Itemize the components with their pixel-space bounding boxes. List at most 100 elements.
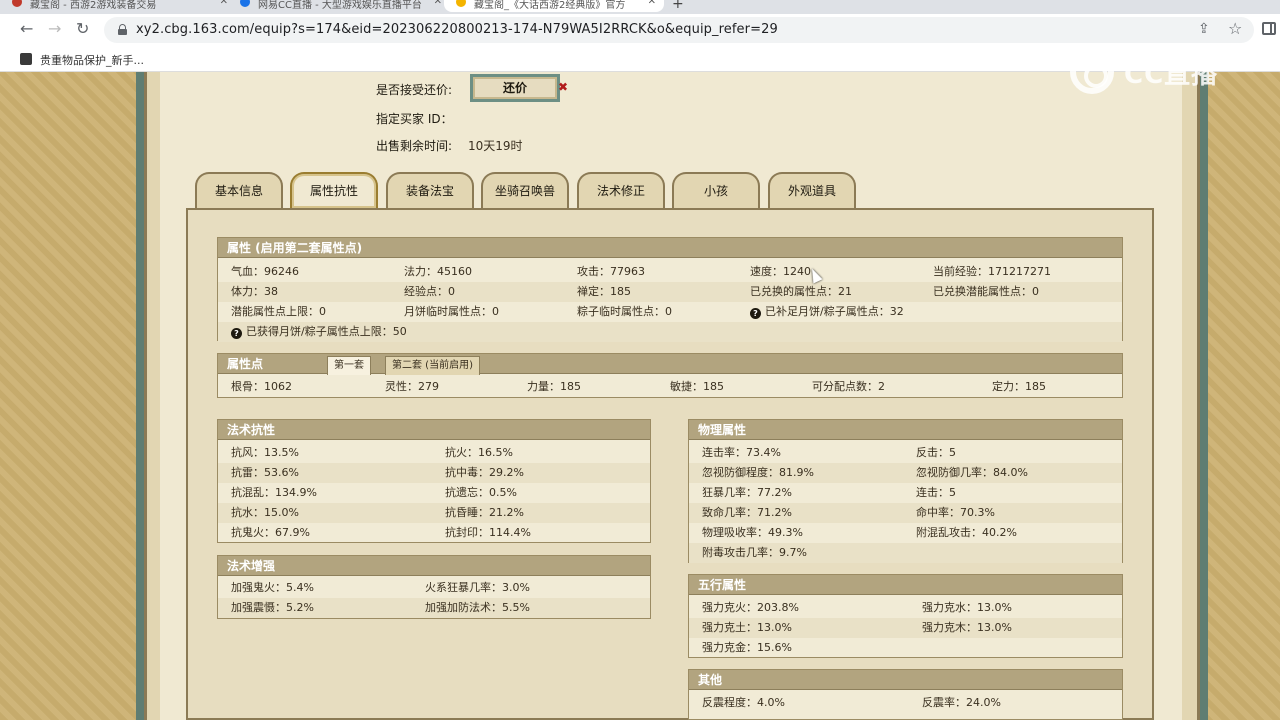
resist-value: 抗鬼火：67.9% [231, 526, 310, 539]
tab-mount-summon[interactable]: 坐骑召唤兽 [481, 172, 569, 208]
element-value: 强力克土：13.0% [702, 621, 792, 634]
resist-row: 抗水：15.0% 抗昏睡：21.2% [218, 503, 650, 523]
physical-value: 连击率：73.4% [702, 446, 781, 459]
resist-value: 抗雷：53.6% [231, 466, 299, 479]
attributes-header: 属性 (启用第二套属性点) [218, 238, 1122, 258]
physical-value: 连击：5 [916, 486, 956, 499]
tab-equipment[interactable]: 装备法宝 [386, 172, 474, 208]
close-tab-icon[interactable]: ✕ [648, 0, 656, 7]
attr-attack: 攻击：77963 [577, 265, 645, 278]
attr-row: 气血：96246 法力：45160 攻击：77963 速度：1240 当前经验：… [218, 262, 1122, 282]
element-value: 强力克水：13.0% [922, 601, 1012, 614]
attr-row: ? 已获得月饼/粽子属性点上限：50 [218, 322, 1122, 342]
cc-live-watermark-logo: CC直播 [1070, 50, 1240, 94]
spell-resist-section: 法术抗性 抗风：13.5% 抗火：16.5% 抗雷：53.6% 抗中毒：29.2… [217, 419, 651, 543]
close-tab-icon[interactable]: ✕ [220, 0, 228, 7]
remaining-time-label: 出售剩余时间: [376, 139, 453, 153]
physical-row: 致命几率：71.2% 命中率：70.3% [689, 503, 1122, 523]
help-icon[interactable]: ? [231, 328, 242, 339]
attr-obtained-cap-text: 已获得月饼/粽子属性点上限：50 [246, 325, 407, 338]
attr-points-section: 属性点 第一套 第二套 (当前启用) 根骨：1062 灵性：279 力量：185… [217, 353, 1123, 398]
counter-offer-button[interactable]: 还价 [470, 74, 560, 102]
subtab-set-two[interactable]: 第二套 (当前启用) [385, 356, 480, 375]
resist-value: 抗混乱：134.9% [231, 486, 317, 499]
help-icon[interactable]: ? [750, 308, 761, 319]
attr-row: 体力：38 经验点：0 禅定：185 已兑换的属性点：21 已兑换潜能属性点：0 [218, 282, 1122, 302]
close-icon[interactable]: ✖ [558, 80, 568, 94]
lock-icon [118, 24, 127, 35]
physical-row: 连击率：73.4% 反击：5 [689, 443, 1122, 463]
spell-boost-section: 法术增强 加强鬼火：5.4% 火系狂暴几率：3.0% 加强震慑：5.2% 加强加… [217, 555, 651, 619]
forward-icon[interactable]: → [48, 20, 61, 38]
subtab-set-one[interactable]: 第一套 [327, 356, 371, 375]
physical-value: 致命几率：71.2% [702, 506, 792, 519]
element-row: 强力克金：15.6% [689, 638, 1122, 658]
cc-logo-icon [1070, 50, 1114, 94]
attr-stamina: 体力：38 [231, 285, 278, 298]
new-tab-button[interactable]: + [672, 0, 684, 12]
resist-value: 抗火：16.5% [445, 446, 513, 459]
resist-value: 抗遗忘：0.5% [445, 486, 517, 499]
attr-exp: 当前经验：171217271 [933, 265, 1051, 278]
resist-value: 抗封印：114.4% [445, 526, 531, 539]
other-value: 反震程度：4.0% [702, 696, 785, 709]
physical-section: 物理属性 连击率：73.4% 反击：5 忽视防御程度：81.9% 忽视防御几率：… [688, 419, 1123, 563]
resist-row: 抗混乱：134.9% 抗遗忘：0.5% [218, 483, 650, 503]
boost-value: 加强加防法术：5.5% [425, 601, 530, 614]
side-panel-icon[interactable] [1262, 22, 1276, 35]
attr-obtained-cap: ? 已获得月饼/粽子属性点上限：50 [231, 322, 407, 342]
bookmark-star-icon[interactable]: ☆ [1228, 19, 1242, 38]
browser-tab-active[interactable]: 藏宝阁_《大话西游2经典版》官方 ✕ [444, 0, 664, 12]
browser-tab-strip: 藏宝阁 - 西游2游戏装备交易 ✕ 网易CC直播 - 大型游戏娱乐直播平台 ✕ … [0, 0, 1280, 14]
resist-value: 抗昏睡：21.2% [445, 506, 524, 519]
attr-meditation: 禅定：185 [577, 285, 631, 298]
five-elements-section: 五行属性 强力克火：203.8% 强力克水：13.0% 强力克土：13.0% 强… [688, 574, 1123, 658]
physical-value: 命中率：70.3% [916, 506, 995, 519]
share-icon[interactable]: ⇪ [1198, 21, 1210, 37]
element-value: 强力克火：203.8% [702, 601, 799, 614]
attr-potential-cap: 潜能属性点上限：0 [231, 305, 326, 318]
attr-filled-points: ? 已补足月饼/粽子属性点：32 [750, 302, 904, 322]
close-tab-icon[interactable]: ✕ [434, 0, 442, 7]
boost-value: 加强震慑：5.2% [231, 601, 314, 614]
attr-exp-points: 经验点：0 [404, 285, 455, 298]
boost-value: 火系狂暴几率：3.0% [425, 581, 530, 594]
attr-mp: 法力：45160 [404, 265, 472, 278]
physical-value: 忽视防御几率：84.0% [916, 466, 1028, 479]
other-value: 反震率：24.0% [922, 696, 1001, 709]
tab-spell-mod[interactable]: 法术修正 [577, 172, 665, 208]
bookmark-item[interactable]: 贵重物品保护_新手... [40, 52, 144, 68]
element-row: 强力克火：203.8% 强力克水：13.0% [689, 598, 1122, 618]
tab-attributes-resist[interactable]: 属性抗性 [290, 172, 378, 208]
element-value: 强力克木：13.0% [922, 621, 1012, 634]
physical-value: 狂暴几率：77.2% [702, 486, 792, 499]
remaining-time-value: 10天19时 [468, 139, 523, 153]
resist-row: 抗雷：53.6% 抗中毒：29.2% [218, 463, 650, 483]
resist-value: 抗风：13.5% [231, 446, 299, 459]
tab-appearance[interactable]: 外观道具 [768, 172, 856, 208]
physical-row: 物理吸收率：49.3% 附混乱攻击：40.2% [689, 523, 1122, 543]
tab-child[interactable]: 小孩 [672, 172, 760, 208]
spell-boost-header: 法术增强 [218, 556, 650, 576]
resist-row: 抗风：13.5% 抗火：16.5% [218, 443, 650, 463]
reload-icon[interactable]: ↻ [76, 20, 89, 38]
resist-row: 抗鬼火：67.9% 抗封印：114.4% [218, 523, 650, 543]
point-constitution: 根骨：1062 [231, 380, 292, 393]
url-text[interactable]: xy2.cbg.163.com/equip?s=174&eid=20230622… [136, 22, 778, 37]
watermark-text: CC直播 [1124, 60, 1219, 90]
resist-value: 抗水：15.0% [231, 506, 299, 519]
address-bar[interactable]: xy2.cbg.163.com/equip?s=174&eid=20230622… [104, 17, 1254, 43]
browser-tab[interactable]: 网易CC直播 - 大型游戏娱乐直播平台 ✕ [228, 0, 450, 12]
browser-tab[interactable]: 藏宝阁 - 西游2游戏装备交易 ✕ [0, 0, 236, 12]
attr-points-row: 根骨：1062 灵性：279 力量：185 敏捷：185 可分配点数：2 定力：… [218, 377, 1122, 397]
browser-tab-title: 藏宝阁 - 西游2游戏装备交易 [30, 0, 157, 11]
browser-tab-title: 藏宝阁_《大话西游2经典版》官方 [474, 0, 626, 11]
tab-basic-info[interactable]: 基本信息 [195, 172, 283, 208]
boost-row: 加强鬼火：5.4% 火系狂暴几率：3.0% [218, 578, 650, 598]
attr-mooncake-temp: 月饼临时属性点：0 [404, 305, 499, 318]
back-icon[interactable]: ← [20, 20, 33, 38]
physical-header: 物理属性 [689, 420, 1122, 440]
favicon-icon [240, 0, 250, 7]
bookmark-favicon-icon [20, 53, 32, 65]
spell-resist-header: 法术抗性 [218, 420, 650, 440]
